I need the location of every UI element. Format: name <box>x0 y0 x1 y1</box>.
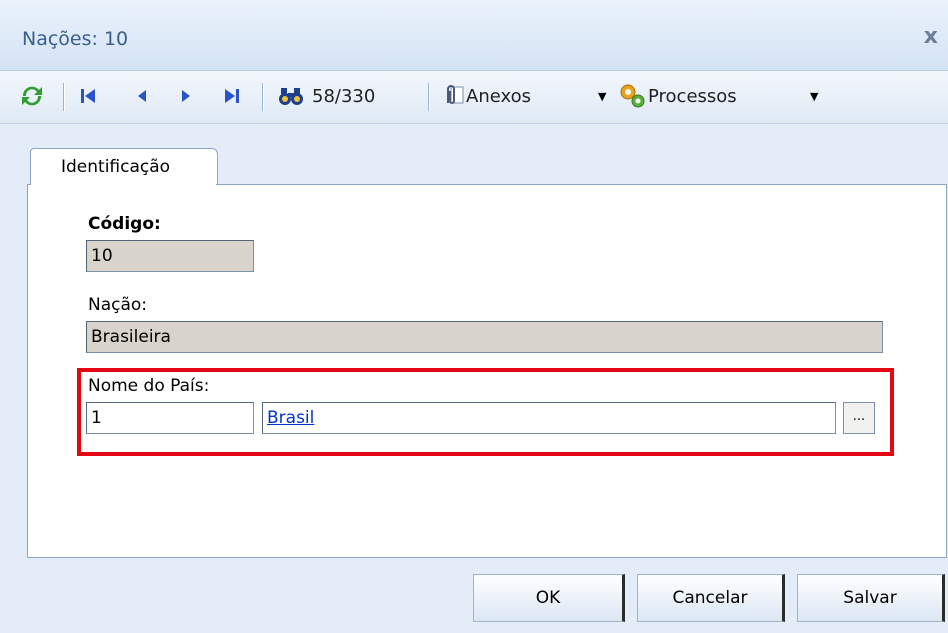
toolbar: 58/330 Anexos ▼ Processos ▼ <box>0 71 948 124</box>
binoculars-icon <box>279 88 303 105</box>
nation-field[interactable]: Brasileira <box>86 321 883 353</box>
cancel-button[interactable]: Cancelar <box>637 574 785 622</box>
title-bar: Nações: 10 x <box>0 0 948 71</box>
toolbar-separator <box>428 83 430 111</box>
code-field[interactable]: 10 <box>86 240 254 272</box>
toolbar-separator <box>63 83 65 111</box>
dropdown-arrow-icon: ▼ <box>598 89 607 103</box>
gears-icon <box>620 84 645 108</box>
previous-record-icon <box>138 90 146 102</box>
processes-button[interactable]: Processos <box>618 81 737 111</box>
code-label: Código: <box>88 214 161 234</box>
save-button[interactable]: Salvar <box>797 574 945 622</box>
toolbar-separator <box>262 83 264 111</box>
search-record-button[interactable]: 58/330 <box>278 81 375 111</box>
window-title: Nações: 10 <box>22 28 129 50</box>
close-icon[interactable]: x <box>924 24 938 49</box>
last-record-button[interactable] <box>222 81 242 111</box>
tab-identificacao[interactable]: Identificação <box>30 148 218 186</box>
ok-button[interactable]: OK <box>473 574 625 622</box>
dialog-window: Nações: 10 x 58/330 Anexos ▼ Processos ▼… <box>0 0 948 633</box>
paperclip-icon <box>447 85 464 104</box>
next-record-icon <box>182 90 190 102</box>
processes-dropdown[interactable]: ▼ <box>810 81 818 111</box>
last-record-icon <box>225 89 239 103</box>
first-record-button[interactable] <box>78 81 98 111</box>
attachments-button[interactable]: Anexos <box>440 81 531 111</box>
next-record-button[interactable] <box>176 81 196 111</box>
dropdown-arrow-icon: ▼ <box>810 89 819 103</box>
refresh-icon <box>22 86 42 106</box>
highlight-box <box>77 368 894 456</box>
tab-joint <box>31 183 216 186</box>
refresh-button[interactable] <box>18 81 46 111</box>
attachments-label: Anexos <box>466 85 531 107</box>
tab-label: Identificação <box>61 157 171 177</box>
attachments-dropdown[interactable]: ▼ <box>598 81 606 111</box>
first-record-icon <box>81 89 95 103</box>
previous-record-button[interactable] <box>132 81 152 111</box>
nation-label: Nação: <box>88 295 148 315</box>
processes-label: Processos <box>648 85 737 107</box>
record-counter: 58/330 <box>312 85 376 107</box>
